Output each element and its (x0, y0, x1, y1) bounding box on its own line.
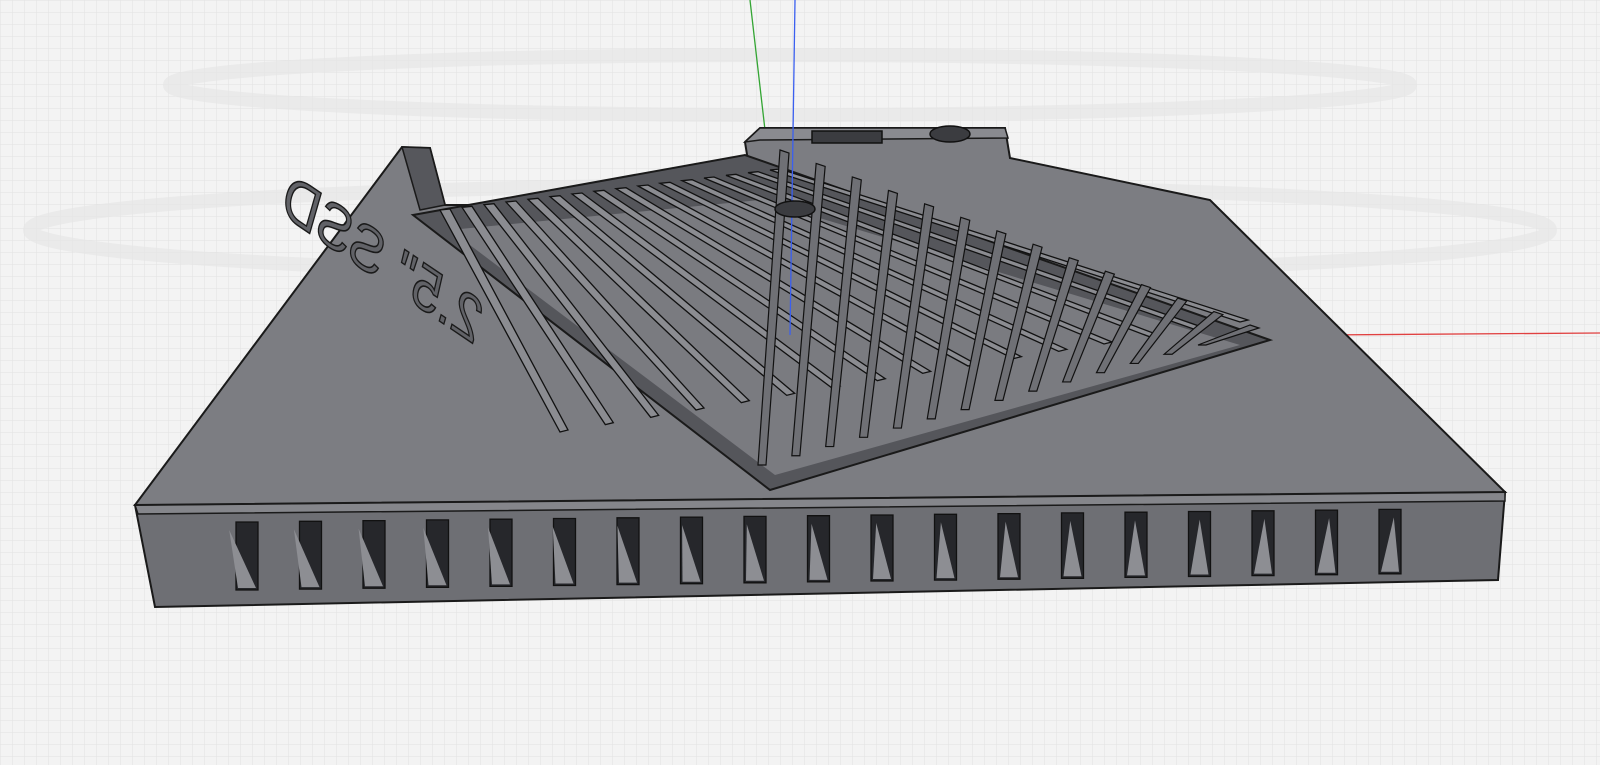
3d-viewport[interactable]: 2.5" SSD (0, 0, 1600, 765)
front-vent-slot (616, 517, 640, 586)
front-vent-slot (997, 512, 1021, 580)
center-screw-hole (774, 200, 816, 218)
front-vent-slot (743, 515, 767, 584)
rear-port-slot (811, 130, 883, 144)
front-vent-slot (679, 516, 704, 585)
viewport-canvas[interactable]: 2.5" SSD (0, 0, 1600, 765)
front-vent-slot (1124, 511, 1148, 579)
front-vent-slot (1187, 510, 1212, 578)
front-vent-slot (870, 514, 894, 582)
front-vent-slot (488, 518, 513, 588)
front-vent-slot (423, 519, 450, 588)
front-vent-slot (1251, 510, 1275, 577)
front-vent-slot (1314, 509, 1339, 576)
front-vent-slot (358, 519, 386, 589)
front-vent-slot (806, 515, 831, 583)
front-vent-slot (933, 513, 958, 581)
front-vent-slot (1378, 508, 1402, 575)
rear-screw-hole (929, 125, 971, 143)
front-vent-slot (1060, 512, 1085, 579)
front-vent-slot (552, 517, 577, 587)
